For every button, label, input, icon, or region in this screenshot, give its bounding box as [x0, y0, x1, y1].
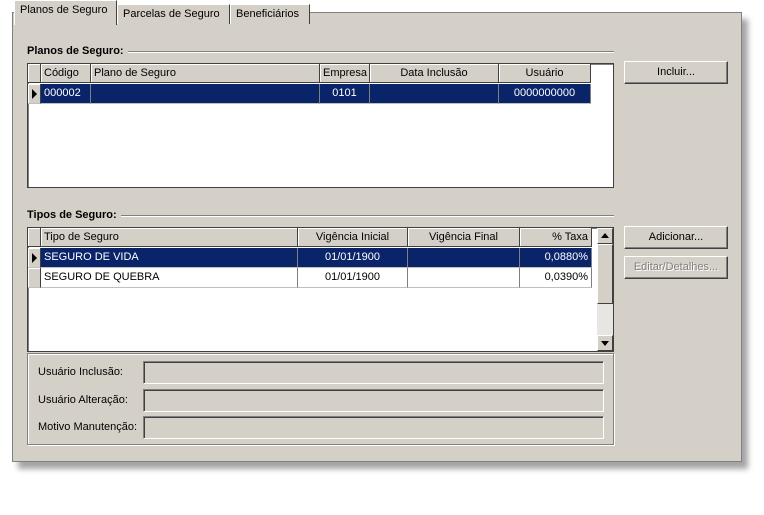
- cell-taxa[interactable]: 0,0390%: [520, 268, 592, 288]
- current-row-arrow-icon: [32, 89, 37, 99]
- tab-label: Beneficiários: [236, 8, 299, 20]
- motivo-manutencao-label: Motivo Manutenção:: [38, 421, 138, 433]
- arrow-up-icon: [601, 233, 609, 238]
- cell-usuario[interactable]: 0000000000: [499, 84, 591, 104]
- arrow-down-icon: [601, 341, 609, 346]
- row-indicator: [28, 248, 41, 268]
- cell-vigencia-inicial[interactable]: 01/01/1900: [298, 268, 408, 288]
- tab-beneficiarios[interactable]: Beneficiários: [230, 4, 310, 24]
- tipos-section-title: Tipos de Seguro:: [27, 209, 121, 221]
- col-usuario[interactable]: Usuário: [499, 64, 591, 83]
- current-row-arrow-icon: [32, 253, 37, 263]
- incluir-button[interactable]: Incluir...: [624, 61, 728, 84]
- cell-taxa[interactable]: 0,0880%: [520, 248, 592, 268]
- col-tipo-de-seguro[interactable]: Tipo de Seguro: [41, 228, 298, 247]
- cell-tipo[interactable]: SEGURO DE VIDA: [41, 248, 298, 268]
- tab-label: Planos de Seguro: [20, 4, 108, 16]
- tipos-vertical-scrollbar[interactable]: [597, 228, 613, 351]
- planos-section-title: Planos de Seguro:: [27, 45, 128, 57]
- editar-detalhes-button[interactable]: Editar/Detalhes...: [624, 256, 728, 279]
- usuario-inclusao-label: Usuário Inclusão:: [38, 366, 123, 378]
- cell-vigencia-final[interactable]: [408, 248, 520, 268]
- col-data-inclusao[interactable]: Data Inclusão: [370, 64, 499, 83]
- cell-data-inclusao[interactable]: [370, 84, 499, 104]
- col-plano-de-seguro[interactable]: Plano de Seguro: [91, 64, 320, 83]
- table-row[interactable]: SEGURO DE QUEBRA 01/01/1900 0,0390%: [28, 268, 592, 288]
- tab-parcelas-de-seguro[interactable]: Parcelas de Seguro: [117, 4, 230, 24]
- scroll-thumb[interactable]: [597, 244, 613, 304]
- planos-grid-header: Código Plano de Seguro Empresa Data Incl…: [28, 64, 591, 83]
- usuario-alteracao-field[interactable]: [143, 389, 604, 412]
- cell-empresa[interactable]: 0101: [320, 84, 370, 104]
- planos-grid[interactable]: Código Plano de Seguro Empresa Data Incl…: [27, 63, 614, 188]
- scroll-down-button[interactable]: [597, 335, 613, 351]
- cell-tipo[interactable]: SEGURO DE QUEBRA: [41, 268, 298, 288]
- header-indicator: [28, 64, 41, 83]
- usuario-alteracao-label: Usuário Alteração:: [38, 394, 128, 406]
- tab-label: Parcelas de Seguro: [123, 8, 220, 20]
- header-indicator: [28, 228, 41, 247]
- tipos-grid[interactable]: Tipo de Seguro Vigência Inicial Vigência…: [27, 227, 614, 352]
- adicionar-button[interactable]: Adicionar...: [624, 226, 728, 249]
- col-codigo[interactable]: Código: [41, 64, 91, 83]
- cell-codigo[interactable]: 000002: [41, 84, 91, 104]
- col-empresa[interactable]: Empresa: [320, 64, 370, 83]
- row-indicator: [28, 84, 41, 104]
- table-row[interactable]: 000002 0101 0000000000: [28, 84, 591, 104]
- cell-vigencia-final[interactable]: [408, 268, 520, 288]
- col-vigencia-final[interactable]: Vigência Final: [408, 228, 520, 247]
- row-indicator: [28, 268, 41, 288]
- col-vigencia-inicial[interactable]: Vigência Inicial: [298, 228, 408, 247]
- cell-plano[interactable]: [91, 84, 320, 104]
- tipos-grid-header: Tipo de Seguro Vigência Inicial Vigência…: [28, 228, 592, 247]
- cell-vigencia-inicial[interactable]: 01/01/1900: [298, 248, 408, 268]
- motivo-manutencao-field[interactable]: [143, 416, 604, 439]
- scroll-up-button[interactable]: [597, 228, 613, 244]
- tab-planos-de-seguro[interactable]: Planos de Seguro: [14, 0, 117, 25]
- col-taxa[interactable]: % Taxa: [520, 228, 592, 247]
- table-row[interactable]: SEGURO DE VIDA 01/01/1900 0,0880%: [28, 248, 592, 268]
- usuario-inclusao-field[interactable]: [143, 361, 604, 384]
